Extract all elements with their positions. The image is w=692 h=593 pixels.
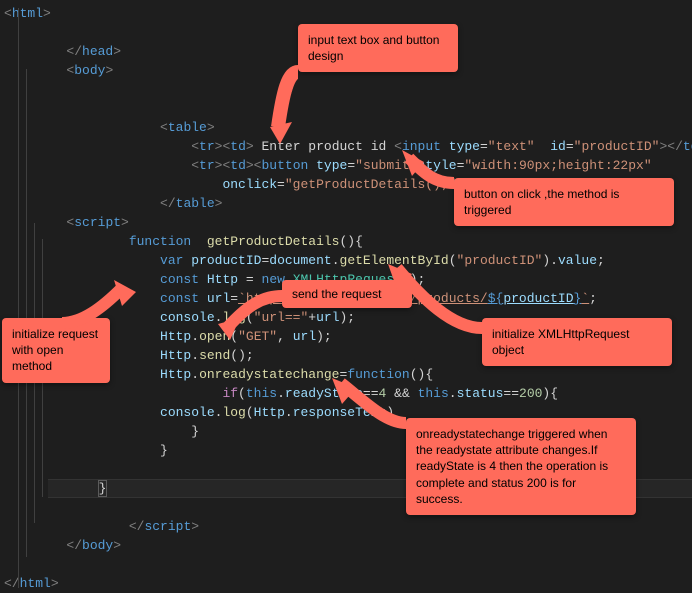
callout-input-design: input text box and button design xyxy=(298,24,458,72)
callout-xhr: initialize XMLHttpRequest object xyxy=(482,318,672,366)
callout-onclick: button on click ,the method is triggered xyxy=(454,178,674,226)
callout-open: initialize request with open method xyxy=(2,318,110,383)
callout-send: send the request xyxy=(282,280,412,308)
callout-onreadystate: onreadystatechange triggered when the re… xyxy=(406,418,636,515)
